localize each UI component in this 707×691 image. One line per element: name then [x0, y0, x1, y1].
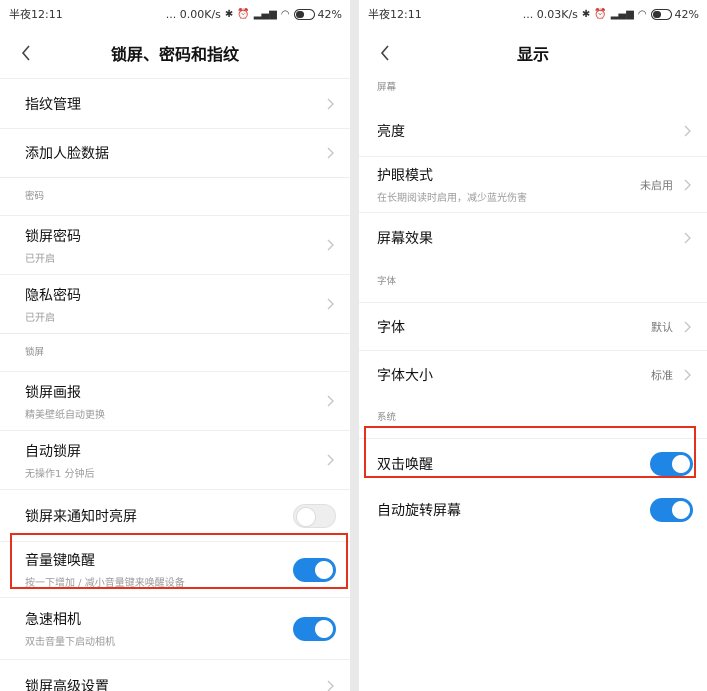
brightness-item[interactable]: 亮度	[359, 106, 707, 156]
lock-screen-wallpaper-item[interactable]: 锁屏画报 精美壁纸自动更换	[0, 371, 350, 430]
status-time: 半夜12:11	[9, 8, 63, 21]
item-value: 未启用	[640, 178, 673, 192]
section-header-system: 系统	[377, 412, 397, 423]
item-label: 自动锁屏	[25, 443, 81, 460]
add-face-data-item[interactable]: 添加人脸数据	[0, 128, 350, 177]
section-header-font: 字体	[377, 276, 397, 287]
volume-key-wake-item: 音量键唤醒 按一下增加 / 减小音量键来唤醒设备	[0, 541, 350, 597]
item-label: 锁屏密码	[25, 228, 81, 245]
wifi-icon: ◠	[280, 8, 290, 20]
status-bar: 半夜12:11 ... 0.03K/s ✱ ⏰ ▂▄▆ ◠ 42%	[359, 0, 707, 28]
back-arrow-icon[interactable]	[373, 41, 397, 65]
item-label: 锁屏高级设置	[25, 678, 109, 691]
item-label: 自动旋转屏幕	[377, 503, 461, 519]
volume-key-wake-toggle[interactable]	[293, 557, 336, 582]
alarm-icon: ⏰	[594, 8, 607, 20]
network-speed: ... 0.03K/s	[522, 7, 578, 21]
item-subtitle: 精美壁纸自动更换	[25, 409, 105, 421]
chevron-right-icon	[324, 680, 336, 691]
page-title: 锁屏、密码和指纹	[110, 45, 239, 64]
status-bar: 半夜12:11 ... 0.00K/s ✱ ⏰ ▂▄▆ ◠ 42%	[0, 0, 350, 28]
privacy-password-item[interactable]: 隐私密码 已开启	[0, 274, 350, 333]
section-header-password: 密码	[0, 177, 350, 215]
signal-icon: ▂▄▆	[253, 8, 277, 20]
chevron-right-icon	[681, 232, 693, 244]
item-label: 添加人脸数据	[25, 146, 109, 162]
bluetooth-icon: ✱	[581, 8, 591, 20]
chevron-right-icon	[681, 369, 693, 381]
display-settings-panel: 半夜12:11 ... 0.03K/s ✱ ⏰ ▂▄▆ ◠ 42% 显示 屏幕 …	[359, 0, 707, 691]
item-subtitle: 双击音量下启动相机	[25, 637, 115, 648]
item-subtitle: 已开启	[25, 253, 55, 265]
bluetooth-icon: ✱	[224, 8, 234, 20]
status-time: 半夜12:11	[368, 8, 422, 21]
battery-icon: 42%	[293, 7, 342, 21]
battery-icon: 42%	[650, 7, 699, 21]
lock-screen-password-item[interactable]: 锁屏密码 已开启	[0, 215, 350, 274]
auto-rotate-item: 自动旋转屏幕	[359, 488, 707, 532]
quick-camera-item: 急速相机 双击音量下启动相机	[0, 597, 350, 659]
chevron-right-icon	[324, 395, 336, 407]
item-label: 屏幕效果	[377, 230, 433, 247]
title-bar: 锁屏、密码和指纹	[0, 28, 350, 78]
fingerprint-management-item[interactable]: 指纹管理	[0, 78, 350, 128]
item-value: 默认	[651, 320, 673, 334]
battery-percent: 42%	[317, 7, 342, 21]
double-tap-wake-item: 双击唤醒	[359, 438, 707, 488]
item-label: 护眼模式	[377, 168, 433, 184]
item-label: 锁屏来通知时亮屏	[25, 508, 137, 525]
item-label: 隐私密码	[25, 287, 81, 304]
font-item[interactable]: 字体 默认	[359, 302, 707, 350]
section-header-screen: 屏幕	[377, 82, 397, 93]
double-tap-wake-toggle[interactable]	[650, 451, 693, 476]
font-size-item[interactable]: 字体大小 标准	[359, 350, 707, 398]
item-subtitle: 已开启	[25, 312, 55, 324]
panel-divider	[350, 0, 359, 691]
page-title: 显示	[516, 45, 549, 64]
auto-rotate-toggle[interactable]	[650, 498, 693, 522]
wake-on-notification-item: 锁屏来通知时亮屏	[0, 489, 350, 541]
item-label: 双击唤醒	[377, 456, 433, 473]
alarm-icon: ⏰	[237, 8, 250, 20]
chevron-right-icon	[681, 125, 693, 137]
item-label: 字体	[377, 319, 405, 336]
lock-screen-settings-panel: 半夜12:11 ... 0.00K/s ✱ ⏰ ▂▄▆ ◠ 42% 锁屏、密码和…	[0, 0, 350, 691]
item-subtitle: 按一下增加 / 减小音量键来唤醒设备	[25, 578, 185, 589]
screen-effect-item[interactable]: 屏幕效果	[359, 212, 707, 262]
item-label: 锁屏画报	[25, 384, 81, 401]
item-subtitle: 在长期阅读时启用，减少蓝光伤害	[377, 193, 527, 204]
chevron-right-icon	[681, 321, 693, 333]
item-label: 字体大小	[377, 367, 433, 384]
battery-percent: 42%	[674, 7, 699, 21]
section-header-lock-screen: 锁屏	[0, 333, 350, 371]
chevron-right-icon	[324, 147, 336, 159]
title-bar: 显示	[359, 28, 707, 78]
item-label: 急速相机	[25, 612, 81, 628]
chevron-right-icon	[681, 179, 693, 191]
wake-on-notification-toggle[interactable]	[293, 503, 336, 528]
auto-lock-item[interactable]: 自动锁屏 无操作1 分钟后	[0, 430, 350, 489]
advanced-lock-settings-item[interactable]: 锁屏高级设置	[0, 659, 350, 691]
item-subtitle: 无操作1 分钟后	[25, 468, 95, 480]
network-speed: ... 0.00K/s	[165, 7, 221, 21]
wifi-icon: ◠	[637, 8, 647, 20]
quick-camera-toggle[interactable]	[293, 616, 336, 641]
item-label: 指纹管理	[25, 96, 81, 113]
chevron-right-icon	[324, 298, 336, 310]
chevron-right-icon	[324, 98, 336, 110]
chevron-right-icon	[324, 239, 336, 251]
chevron-right-icon	[324, 454, 336, 466]
back-arrow-icon[interactable]	[14, 41, 38, 65]
signal-icon: ▂▄▆	[610, 8, 634, 20]
eye-care-mode-item[interactable]: 护眼模式 在长期阅读时启用，减少蓝光伤害 未启用	[359, 156, 707, 212]
item-label: 亮度	[377, 124, 405, 140]
item-label: 音量键唤醒	[25, 553, 95, 569]
item-value: 标准	[651, 368, 673, 382]
